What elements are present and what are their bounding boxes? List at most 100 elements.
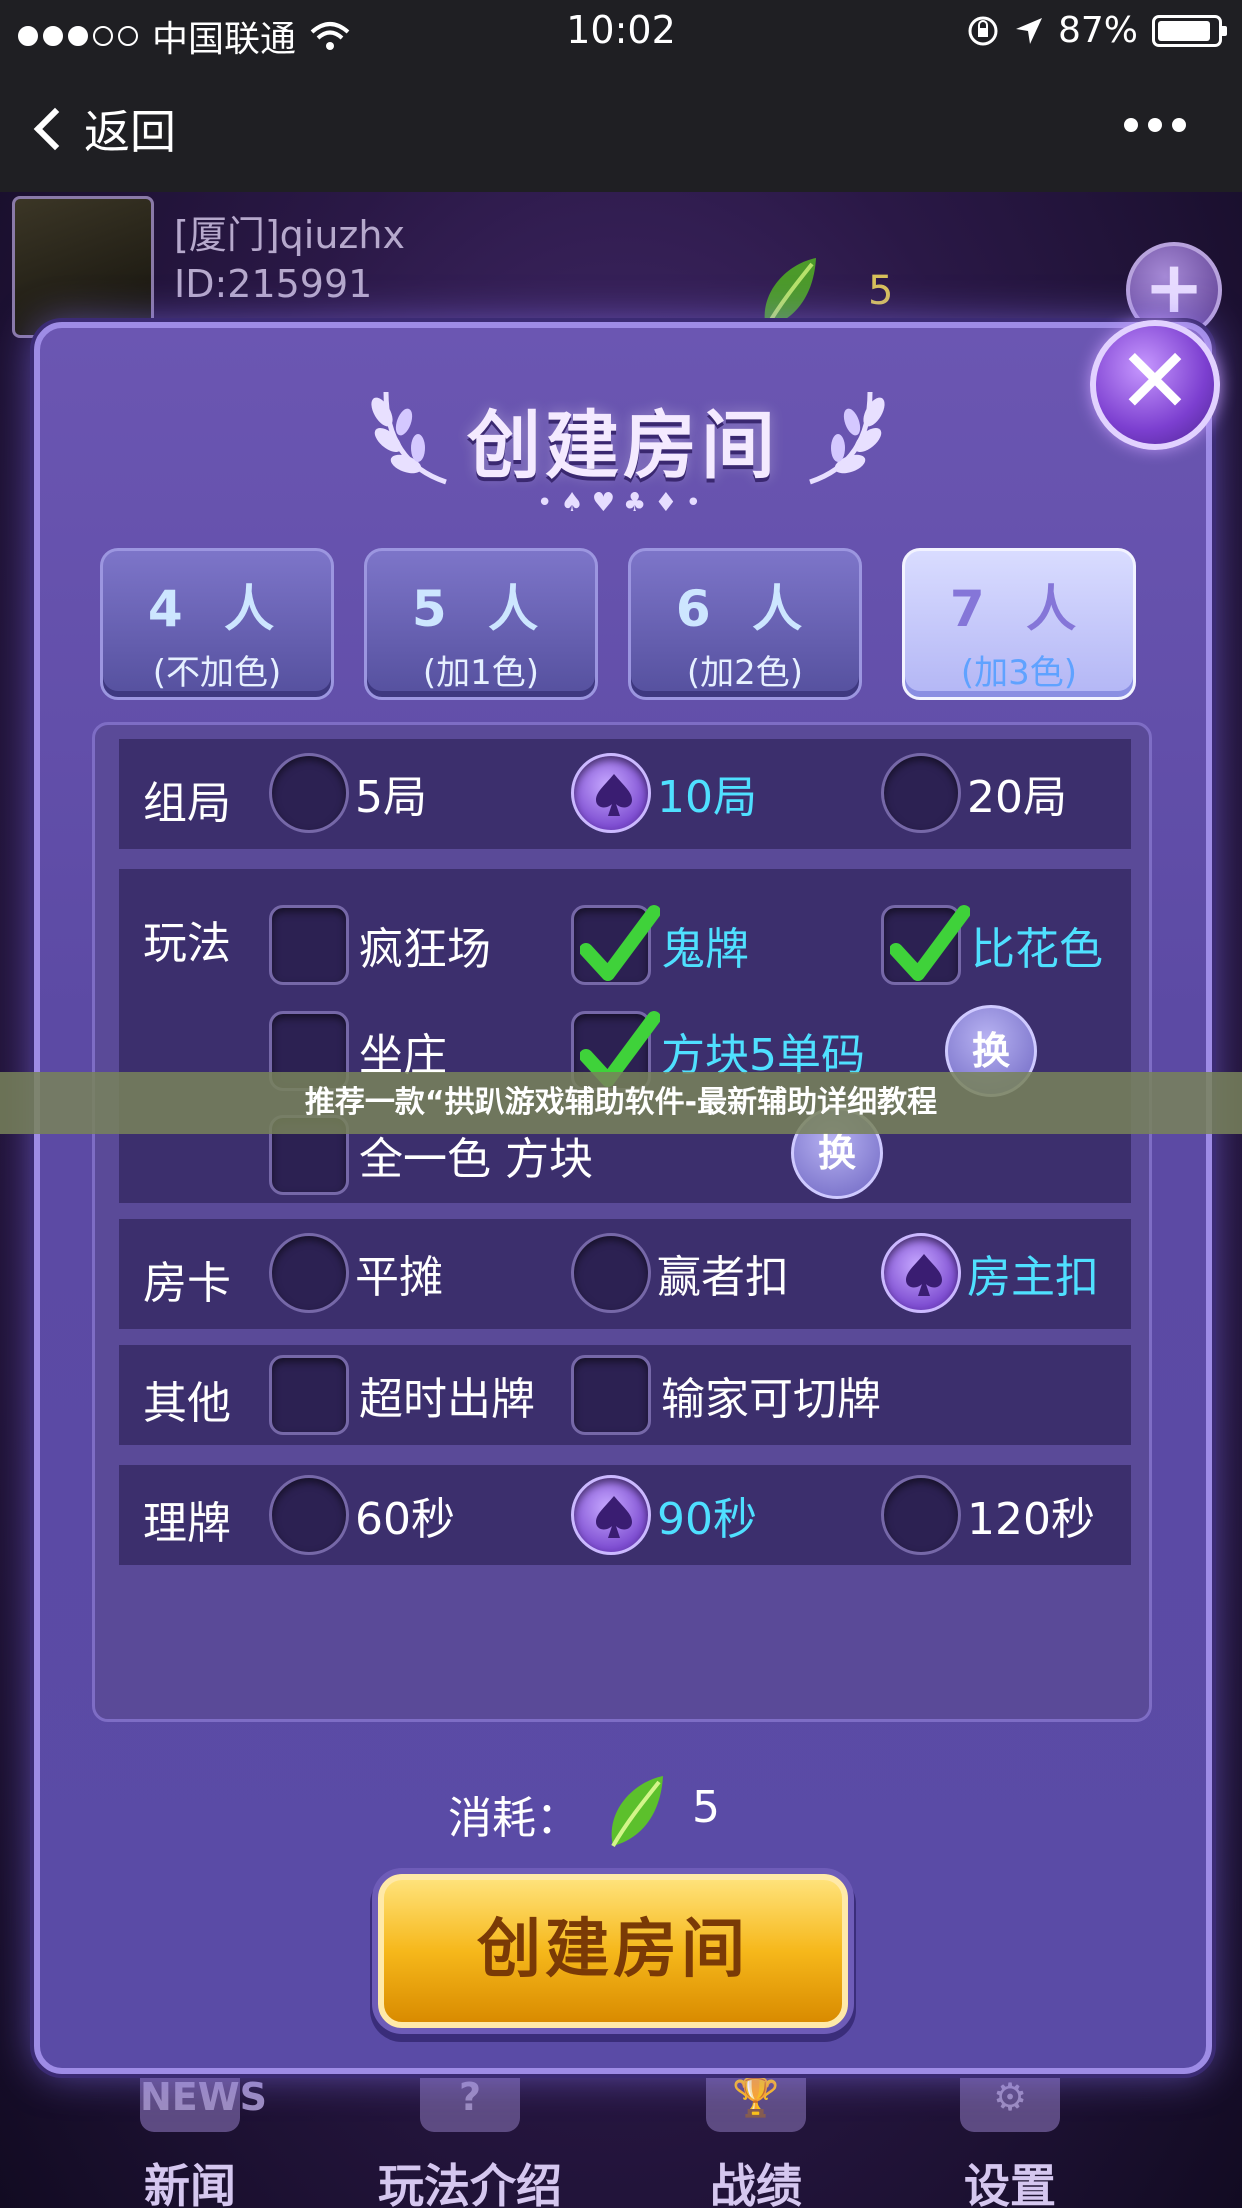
option-label: 比花色: [971, 924, 1103, 975]
cost-amount: 5: [692, 1782, 720, 1833]
option-label: 输家可切牌: [661, 1374, 881, 1425]
option-label: 赢者扣: [657, 1252, 789, 1303]
room-card-option-owner[interactable]: 房主扣: [881, 1233, 1099, 1313]
tab-6-players[interactable]: 6 人 (加2色): [628, 548, 862, 700]
status-right-group: 87%: [966, 10, 1227, 51]
tab-4-players[interactable]: 4 人 (不加色): [100, 548, 334, 700]
tab-players: 6 人: [675, 580, 815, 638]
close-button[interactable]: ✕: [1090, 320, 1220, 450]
suits-ornament: •♠♥♣♦•: [537, 488, 709, 518]
arrange-row: 理牌 60秒 90秒 120秒: [119, 1465, 1131, 1565]
tab-7-players[interactable]: 7 人 (加3色): [902, 548, 1136, 700]
gameplay-option-suit-compare[interactable]: 比花色: [881, 905, 1103, 985]
orientation-lock-icon: [968, 16, 998, 45]
gameplay-option-crazy[interactable]: 疯狂场: [269, 905, 491, 985]
spade-icon: [596, 774, 632, 816]
player-avatar[interactable]: [12, 196, 154, 338]
battery-percent: 87%: [1057, 10, 1138, 51]
arrange-option-60[interactable]: 60秒: [269, 1475, 455, 1555]
player-id: ID:215991: [174, 262, 373, 306]
spade-icon: [596, 1496, 632, 1538]
options-panel: 组局 5局 10局 20局 玩法 疯狂场 鬼牌 比花色 坐庄 方块5单码 换 全…: [92, 722, 1152, 1722]
radio-button[interactable]: [269, 1233, 349, 1313]
checkbox[interactable]: [269, 1355, 349, 1435]
checkbox[interactable]: [269, 905, 349, 985]
gameplay-option-joker[interactable]: 鬼牌: [571, 905, 749, 985]
option-label: 疯狂场: [359, 924, 491, 975]
radio-button-selected[interactable]: [881, 1233, 961, 1313]
radio-button[interactable]: [571, 1233, 651, 1313]
gameplay-label: 玩法: [143, 918, 231, 969]
leaf-currency-icon: [611, 1776, 663, 1848]
tab-players: 7 人: [949, 580, 1089, 638]
bottom-nav-label: 战绩: [710, 2159, 802, 2208]
checkbox-checked[interactable]: [571, 905, 660, 985]
option-label: 60秒: [355, 1494, 455, 1545]
tab-5-players[interactable]: 5 人 (加1色): [364, 548, 598, 700]
room-card-row: 房卡 平摊 赢者扣 房主扣: [119, 1219, 1131, 1329]
bottom-nav-settings[interactable]: ⚙ 设置: [890, 2062, 1130, 2208]
status-bar: 中国联通 10:02 87%: [0, 0, 1242, 62]
checkmark-icon: [890, 905, 970, 981]
more-options-button[interactable]: [1124, 118, 1186, 132]
back-button[interactable]: 返回: [33, 96, 176, 162]
arrange-option-90[interactable]: 90秒: [571, 1475, 757, 1555]
radio-button-selected[interactable]: [571, 753, 651, 833]
rounds-option-10[interactable]: 10局: [571, 753, 757, 833]
player-count-tabs: 4 人 (不加色) 5 人 (加1色) 6 人 (加2色) 7 人 (加3色): [100, 548, 1160, 708]
rounds-option-5[interactable]: 5局: [269, 753, 427, 833]
rounds-option-20[interactable]: 20局: [881, 753, 1067, 833]
checkmark-icon: [580, 905, 660, 981]
tab-players: 5 人: [411, 580, 551, 638]
bottom-nav-label: 设置: [964, 2159, 1056, 2208]
other-option-timeout[interactable]: 超时出牌: [269, 1355, 535, 1435]
arrange-option-120[interactable]: 120秒: [881, 1475, 1095, 1555]
room-card-option-winner[interactable]: 赢者扣: [571, 1233, 789, 1313]
game-view: [厦门]qiuzhx ID:215991 5 + NEWS 新闻 ? 玩法介绍 …: [0, 192, 1242, 2208]
tab-colors: (不加色): [152, 653, 282, 693]
arrange-label: 理牌: [143, 1498, 231, 1549]
spade-icon: [906, 1254, 942, 1296]
gameplay-row: 玩法 疯狂场 鬼牌 比花色 坐庄 方块5单码 换 全一色 方块 换: [119, 869, 1131, 1203]
option-label: 120秒: [967, 1494, 1095, 1545]
tab-players: 4 人: [147, 580, 287, 638]
tab-colors: (加1色): [422, 653, 540, 693]
room-card-option-split[interactable]: 平摊: [269, 1233, 443, 1313]
other-option-loser-cut[interactable]: 输家可切牌: [571, 1355, 881, 1435]
nav-bar: 返回: [0, 62, 1242, 192]
option-label: 10局: [657, 772, 757, 823]
player-name: [厦门]qiuzhx: [174, 213, 405, 257]
checkbox[interactable]: [571, 1355, 651, 1435]
checkbox-checked[interactable]: [881, 905, 970, 985]
laurel-right-icon: [809, 391, 885, 485]
radio-button[interactable]: [881, 1475, 961, 1555]
dialog-title: 创建房间: [467, 403, 779, 489]
currency-count: 5: [868, 268, 894, 314]
option-label: 20局: [967, 772, 1067, 823]
room-card-label: 房卡: [143, 1258, 231, 1309]
option-label: 超时出牌: [359, 1374, 535, 1425]
bottom-nav-records[interactable]: 🏆 战绩: [636, 2062, 876, 2208]
bottom-nav-label: 玩法介绍: [378, 2159, 562, 2208]
bottom-nav-label: 新闻: [144, 2159, 236, 2208]
radio-button[interactable]: [881, 753, 961, 833]
radio-button[interactable]: [269, 753, 349, 833]
option-label: 平摊: [355, 1252, 443, 1303]
radio-button[interactable]: [269, 1475, 349, 1555]
rounds-label: 组局: [143, 778, 231, 829]
bottom-nav-rules[interactable]: ? 玩法介绍: [350, 2062, 590, 2208]
option-label: 鬼牌: [661, 924, 749, 975]
option-label: 90秒: [657, 1494, 757, 1545]
create-room-button[interactable]: 创建房间: [378, 1874, 848, 2028]
cost-label: 消耗：: [448, 1793, 580, 1844]
location-icon: [1015, 17, 1042, 44]
other-label: 其他: [143, 1378, 231, 1429]
bottom-nav: NEWS 新闻 ? 玩法介绍 🏆 战绩 ⚙ 设置: [0, 2062, 1242, 2208]
chevron-left-icon: [33, 107, 77, 151]
radio-button-selected[interactable]: [571, 1475, 651, 1555]
back-label: 返回: [84, 105, 176, 159]
option-label: 房主扣: [967, 1252, 1099, 1303]
tab-colors: (加2色): [686, 653, 804, 693]
bottom-nav-news[interactable]: NEWS 新闻: [70, 2062, 310, 2208]
create-room-dialog: 创建房间 •♠♥♣♦• ✕ 4 人 (不加色) 5 人 (加1色) 6 人 (加…: [34, 320, 1220, 2074]
